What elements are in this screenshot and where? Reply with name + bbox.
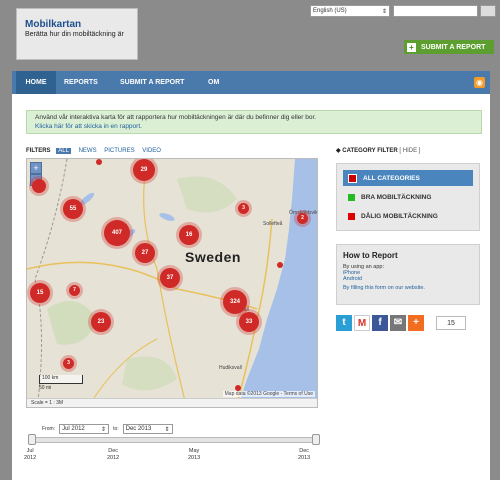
- android-app-link[interactable]: Android: [343, 276, 473, 282]
- map-attribution[interactable]: Map data ©2013 Google - Terms of Use: [222, 391, 315, 397]
- report-cluster[interactable]: 27: [135, 243, 155, 263]
- filter-pictures[interactable]: PICTURES: [104, 148, 134, 154]
- report-form-link[interactable]: By filling this form on our website.: [343, 285, 473, 291]
- report-cluster[interactable]: 407: [104, 220, 130, 246]
- to-date-select[interactable]: Dec 2013 ⇕: [122, 424, 173, 434]
- filters-label: FILTERS: [26, 148, 51, 154]
- filters-bar: FILTERS ALL NEWS PICTURES VIDEO: [26, 148, 167, 154]
- timeline-start-handle[interactable]: [28, 434, 36, 445]
- main-content: Använd vår interaktiva karta för att rap…: [12, 94, 490, 480]
- nav-om[interactable]: OM: [208, 71, 219, 94]
- hide-link[interactable]: HIDE: [403, 148, 417, 154]
- to-date-value: Dec 2013: [125, 426, 152, 432]
- facebook-icon[interactable]: f: [372, 315, 388, 331]
- category-all[interactable]: ALL CATEGORIES: [343, 170, 473, 186]
- map-scale-bar: 100 km: [39, 375, 83, 384]
- language-value: English (US): [313, 8, 347, 14]
- info-text: Använd vår interaktiva karta för att rap…: [35, 114, 317, 121]
- category-filter-header: ◆ CATEGORY FILTER [ HIDE ]: [336, 148, 421, 154]
- timeline-slider[interactable]: [32, 437, 318, 443]
- category-label: DÅLIG MOBILTÄCKNING: [361, 212, 438, 220]
- report-cluster-small[interactable]: 3: [238, 203, 249, 214]
- report-cluster[interactable]: 55: [63, 199, 83, 219]
- report-marker[interactable]: [96, 159, 102, 165]
- category-swatch: [348, 193, 355, 201]
- how-to-report-title: How to Report: [343, 251, 398, 260]
- email-icon[interactable]: ✉: [390, 315, 406, 331]
- filter-all[interactable]: ALL: [56, 148, 71, 154]
- from-label: From:: [42, 426, 56, 432]
- timeline-tick: Jul 2012: [24, 448, 37, 461]
- from-date-select[interactable]: Jul 2012 ⇕: [59, 424, 110, 434]
- twitter-icon[interactable]: t: [336, 315, 352, 331]
- category-filter-label: CATEGORY FILTER: [342, 148, 398, 154]
- report-cluster[interactable]: 37: [160, 268, 180, 288]
- zoom-in-button[interactable]: +: [30, 162, 42, 174]
- nav-home[interactable]: HOME: [16, 71, 56, 94]
- report-cluster-small[interactable]: 2: [297, 213, 308, 224]
- category-label: ALL CATEGORIES: [363, 174, 420, 182]
- gmail-icon[interactable]: M: [354, 315, 370, 331]
- plus-icon: +: [407, 42, 416, 52]
- timeline-tick: Dec 2013: [298, 448, 311, 461]
- category-good-coverage[interactable]: BRA MOBILTÄCKNING: [343, 189, 473, 205]
- share-bar: t M f ✉ + 15: [336, 315, 466, 331]
- report-cluster[interactable]: 23: [91, 312, 111, 332]
- rss-icon[interactable]: ◉: [474, 77, 485, 88]
- map-town-label: Hudiksvall: [219, 365, 242, 371]
- date-range-controls: From: Jul 2012 ⇕ to: Dec 2013 ⇕: [42, 424, 173, 434]
- report-cluster[interactable]: 29: [133, 159, 155, 181]
- timeline-end-handle[interactable]: [312, 434, 320, 445]
- category-panel: ALL CATEGORIES BRA MOBILTÄCKNING DÅLIG M…: [336, 163, 480, 231]
- report-marker[interactable]: [277, 262, 283, 268]
- report-cluster-small[interactable]: [32, 179, 46, 193]
- main-nav: HOME REPORTS SUBMIT A REPORT OM ◉: [12, 71, 490, 94]
- category-swatch: [348, 212, 355, 220]
- to-label: to:: [113, 426, 119, 432]
- submit-report-label: SUBMIT A REPORT: [421, 43, 486, 51]
- category-label: BRA MOBILTÄCKNING: [361, 193, 432, 201]
- site-tagline: Berätta hur din mobiltäckning är: [25, 31, 124, 38]
- search-input[interactable]: [393, 5, 478, 17]
- share-count: 15: [436, 316, 466, 330]
- report-cluster[interactable]: 16: [179, 225, 199, 245]
- report-cluster-small[interactable]: 7: [69, 285, 80, 296]
- search-button[interactable]: [480, 5, 496, 17]
- timeline-tick: Dec 2012: [107, 448, 120, 461]
- how-to-report-panel: How to Report By using an app: iPhone An…: [336, 244, 480, 305]
- submit-report-link[interactable]: Klicka här för att skicka in en rapport.: [35, 123, 473, 132]
- category-swatch: [348, 173, 357, 183]
- dropdown-arrow-icon: ◆: [336, 148, 341, 154]
- report-cluster[interactable]: 324: [223, 290, 247, 314]
- site-title: Mobilkartan: [25, 19, 82, 30]
- dropdown-arrow-icon: ⇕: [164, 426, 170, 433]
- nav-reports[interactable]: REPORTS: [64, 71, 98, 94]
- dropdown-arrow-icon: ⇕: [101, 426, 107, 433]
- nav-submit-report[interactable]: SUBMIT A REPORT: [120, 71, 184, 94]
- map-scale-ratio: Scale = 1 : 3M: [27, 398, 317, 407]
- report-cluster[interactable]: 33: [239, 312, 259, 332]
- category-bad-coverage[interactable]: DÅLIG MOBILTÄCKNING: [343, 208, 473, 224]
- report-cluster-small[interactable]: 3: [63, 358, 74, 369]
- map[interactable]: + − Sweden Sollefteå Örnsköldsvik Sundsv…: [26, 158, 318, 408]
- filter-news[interactable]: NEWS: [79, 148, 97, 154]
- map-scale-mi: 50 mi: [39, 385, 52, 391]
- language-select[interactable]: English (US) ⇕: [310, 5, 390, 17]
- filter-video[interactable]: VIDEO: [142, 148, 161, 154]
- map-town-label: Sollefteå: [263, 221, 283, 227]
- map-country-label: Sweden: [185, 249, 241, 265]
- share-more-icon[interactable]: +: [408, 315, 424, 331]
- info-box: Använd vår interaktiva karta för att rap…: [26, 110, 482, 134]
- dropdown-arrow-icon: ⇕: [381, 8, 387, 15]
- report-cluster[interactable]: 15: [30, 283, 50, 303]
- timeline-tick: May 2013: [188, 448, 201, 461]
- site-logo[interactable]: Mobilkartan Berätta hur din mobiltäcknin…: [16, 8, 138, 60]
- submit-report-button[interactable]: + SUBMIT A REPORT: [404, 40, 494, 54]
- from-date-value: Jul 2012: [62, 426, 85, 432]
